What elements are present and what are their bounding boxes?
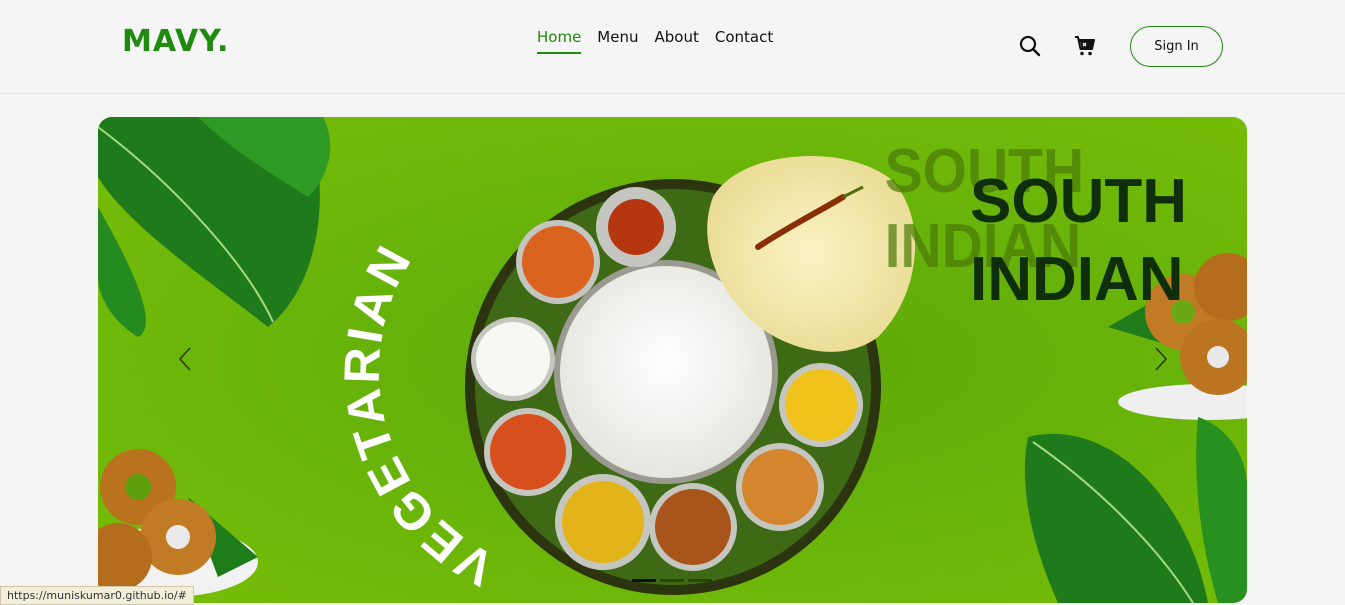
- south-indian-heading: SOUTH INDIAN SOUTH INDIAN: [885, 136, 1187, 314]
- banana-leaf-top-left: [98, 117, 331, 337]
- carousel-indicators: [632, 579, 712, 582]
- logo[interactable]: MAVY.: [122, 24, 229, 59]
- carousel-indicator-1[interactable]: [632, 579, 656, 582]
- vada-plate-bottom-left: [98, 449, 258, 597]
- heading-south: SOUTH: [970, 167, 1187, 236]
- hero-illustration: VEGETARIAN SOUTH INDIAN SOUTH INDIAN: [98, 117, 1247, 603]
- nav-links: Home Menu About Contact: [537, 28, 773, 54]
- carousel-next-button[interactable]: [1146, 339, 1176, 379]
- carousel-indicator-3[interactable]: [688, 579, 712, 582]
- cart-icon[interactable]: [1072, 33, 1098, 59]
- nav-contact[interactable]: Contact: [715, 28, 773, 54]
- chevron-left-icon: [178, 347, 191, 371]
- banana-leaf-bottom-right: [1024, 417, 1247, 603]
- browser-status-url: https://muniskumar0.github.io/#: [0, 586, 194, 605]
- carousel-prev-button[interactable]: [170, 339, 200, 379]
- navbar: MAVY. Home Menu About Contact Sign In: [0, 0, 1345, 94]
- search-icon[interactable]: [1017, 33, 1043, 59]
- nav-menu[interactable]: Menu: [597, 28, 638, 54]
- sign-in-button[interactable]: Sign In: [1130, 26, 1223, 67]
- carousel-indicator-2[interactable]: [660, 579, 684, 582]
- nav-about[interactable]: About: [654, 28, 698, 54]
- heading-indian: INDIAN: [970, 245, 1184, 314]
- nav-home[interactable]: Home: [537, 28, 582, 54]
- hero-carousel: VEGETARIAN SOUTH INDIAN SOUTH INDIAN: [98, 117, 1247, 603]
- chevron-right-icon: [1155, 347, 1168, 371]
